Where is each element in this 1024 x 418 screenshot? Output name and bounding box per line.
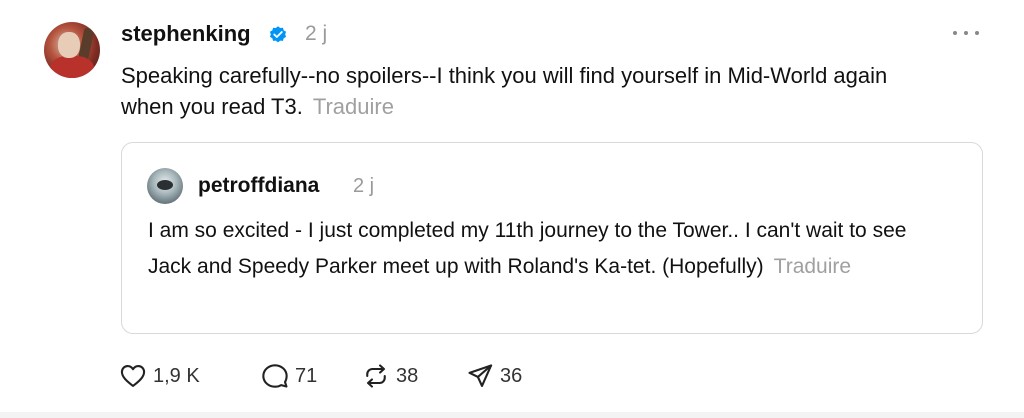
translate-link[interactable]: Traduire xyxy=(313,94,394,119)
repost-button[interactable]: 38 xyxy=(362,360,418,392)
share-count: 36 xyxy=(500,364,523,387)
like-count: 1,9 K xyxy=(153,364,200,387)
action-bar: 1,9 K 71 38 36 xyxy=(119,360,599,392)
quoted-translate-link[interactable]: Traduire xyxy=(774,255,851,278)
post-card: stephenking 2 j Speaking carefully--no s… xyxy=(0,0,1024,418)
verified-badge-icon xyxy=(269,26,287,43)
quoted-author-username[interactable]: petroffdiana xyxy=(198,174,319,198)
quoted-post[interactable]: petroffdiana 2 j I am so excited - I jus… xyxy=(121,142,983,334)
post-timestamp[interactable]: 2 j xyxy=(305,22,327,46)
quoted-post-timestamp[interactable]: 2 j xyxy=(353,175,374,198)
share-button[interactable]: 36 xyxy=(466,360,522,392)
comment-icon xyxy=(262,364,288,388)
card-divider xyxy=(0,412,1024,418)
reply-count: 71 xyxy=(295,364,318,387)
quoted-author-avatar[interactable] xyxy=(147,168,183,204)
send-icon xyxy=(468,364,493,387)
reply-button[interactable]: 71 xyxy=(261,360,317,392)
quoted-post-body: I am so excited - I just completed my 11… xyxy=(148,213,948,285)
post-body: Speaking carefully--no spoilers--I think… xyxy=(121,60,941,122)
repost-icon xyxy=(366,364,386,388)
author-avatar[interactable] xyxy=(44,22,100,78)
post-text: Speaking carefully--no spoilers--I think… xyxy=(121,63,888,119)
like-button[interactable]: 1,9 K xyxy=(119,360,200,392)
heart-icon xyxy=(120,365,146,387)
author-username[interactable]: stephenking xyxy=(121,21,251,47)
more-options-icon[interactable] xyxy=(953,24,979,42)
repost-count: 38 xyxy=(396,364,419,387)
